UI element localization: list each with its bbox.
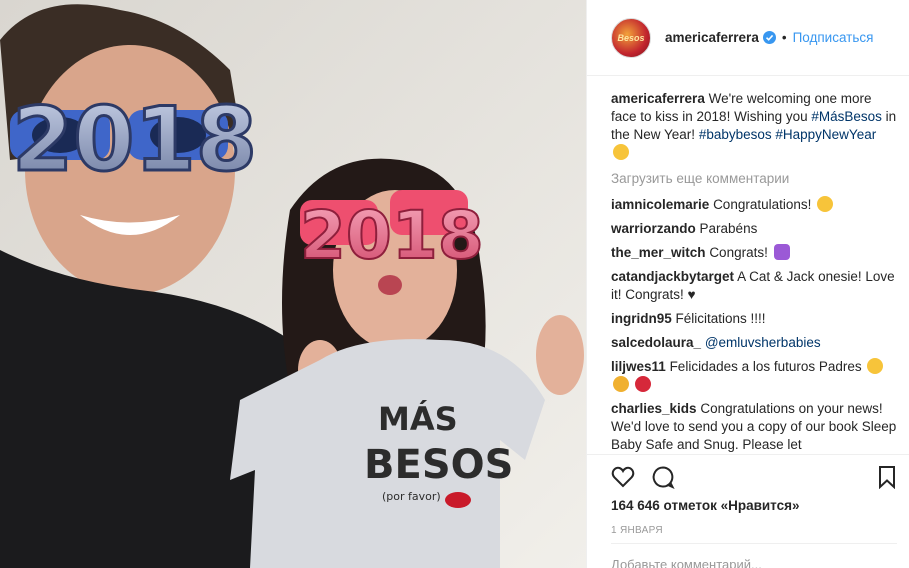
- hashtag-link[interactable]: #HappyNewYear: [775, 127, 876, 142]
- lips-icon: [445, 492, 471, 508]
- add-comment-input[interactable]: Добавьте комментарий...: [611, 543, 897, 568]
- comment-item: iamnicolemarie Congratulations!: [611, 196, 897, 214]
- post-caption: americaferrera We're welcoming one more …: [611, 90, 897, 162]
- comment-username[interactable]: salcedolaura_: [611, 335, 701, 350]
- comment-username[interactable]: liljwes11: [611, 359, 666, 374]
- post-sidebar: Besos americaferrera • Подписаться ameri…: [586, 0, 909, 568]
- comment-username[interactable]: warriorzando: [611, 221, 696, 236]
- separator-dot: •: [781, 30, 787, 45]
- comment-item: liljwes11 Felicidades a los futuros Padr…: [611, 358, 897, 394]
- post-date[interactable]: 1 ЯНВАРЯ: [611, 525, 663, 536]
- comment-item: ingridn95 Félicitations !!!!: [611, 310, 897, 328]
- comment-username[interactable]: the_mer_witch: [611, 245, 706, 260]
- comment-item: salcedolaura_ @emluvsherbabies: [611, 334, 897, 352]
- comments-list[interactable]: americaferrera We're welcoming one more …: [611, 90, 897, 454]
- photo-illustration: 2018 2018 MÁS BESOS (por favor): [0, 0, 586, 568]
- avatar[interactable]: Besos: [611, 17, 651, 58]
- hashtag-link[interactable]: #babybesos: [699, 127, 772, 142]
- man-glasses-text: 2018: [12, 88, 257, 191]
- mention-link[interactable]: @emluvsherbabies: [705, 335, 821, 350]
- comment-item: the_mer_witch Congrats!: [611, 244, 897, 262]
- comment-text: Congrats!: [709, 245, 768, 260]
- comment-bubble-icon[interactable]: [651, 465, 675, 489]
- avatar-text: Besos: [617, 32, 645, 43]
- comment-username[interactable]: catandjackbytarget: [611, 269, 734, 284]
- heart-eyes-emoji-icon: [817, 196, 834, 212]
- verified-badge-icon: [762, 31, 776, 44]
- baby-emoji-icon: [867, 358, 884, 374]
- comment-item: catandjackbytarget A Cat & Jack onesie! …: [611, 268, 897, 304]
- header-username[interactable]: americaferrera: [665, 30, 759, 45]
- follow-button[interactable]: Подписаться: [793, 30, 874, 45]
- onesie-text-line3: (por favor): [382, 490, 441, 503]
- comment-text: Congratulations!: [713, 197, 812, 212]
- post-photo[interactable]: 2018 2018 MÁS BESOS (por favor): [0, 0, 586, 568]
- load-more-comments-button[interactable]: Загрузить еще комментарии: [611, 170, 897, 188]
- comment-text: Parabéns: [699, 221, 758, 236]
- woman-glasses-text: 2018: [300, 197, 484, 274]
- comment-text: Felicidades a los futuros Padres: [669, 359, 862, 374]
- kiss-emoji-icon: [613, 144, 629, 160]
- comment-item: warriorzando Parabéns: [611, 220, 897, 238]
- onesie-text-line1: MÁS: [378, 400, 458, 438]
- bookmark-icon[interactable]: [877, 465, 897, 489]
- caption-username[interactable]: americaferrera: [611, 91, 705, 106]
- action-icons: [611, 465, 899, 491]
- post-header: Besos americaferrera • Подписаться: [587, 0, 909, 76]
- comment-username[interactable]: ingridn95: [611, 311, 672, 326]
- post-actions: 164 646 отметок «Нравится» 1 ЯНВАРЯ Доба…: [587, 454, 909, 568]
- likes-count[interactable]: 164 646 отметок «Нравится»: [611, 498, 800, 513]
- comment-text: Félicitations !!!!: [675, 311, 766, 326]
- comment-username[interactable]: charlies_kids: [611, 401, 697, 416]
- comment-item: charlies_kids Congratulations on your ne…: [611, 400, 897, 454]
- hashtag-link[interactable]: #MásBesos: [811, 109, 882, 124]
- onesie-text-line2: BESOS: [364, 442, 513, 488]
- purple-heart-emoji-icon: [773, 244, 790, 260]
- comment-username[interactable]: iamnicolemarie: [611, 197, 709, 212]
- like-heart-icon[interactable]: [611, 465, 635, 489]
- clapping-emoji-icon: [613, 376, 629, 392]
- lips-emoji-icon: [634, 376, 651, 392]
